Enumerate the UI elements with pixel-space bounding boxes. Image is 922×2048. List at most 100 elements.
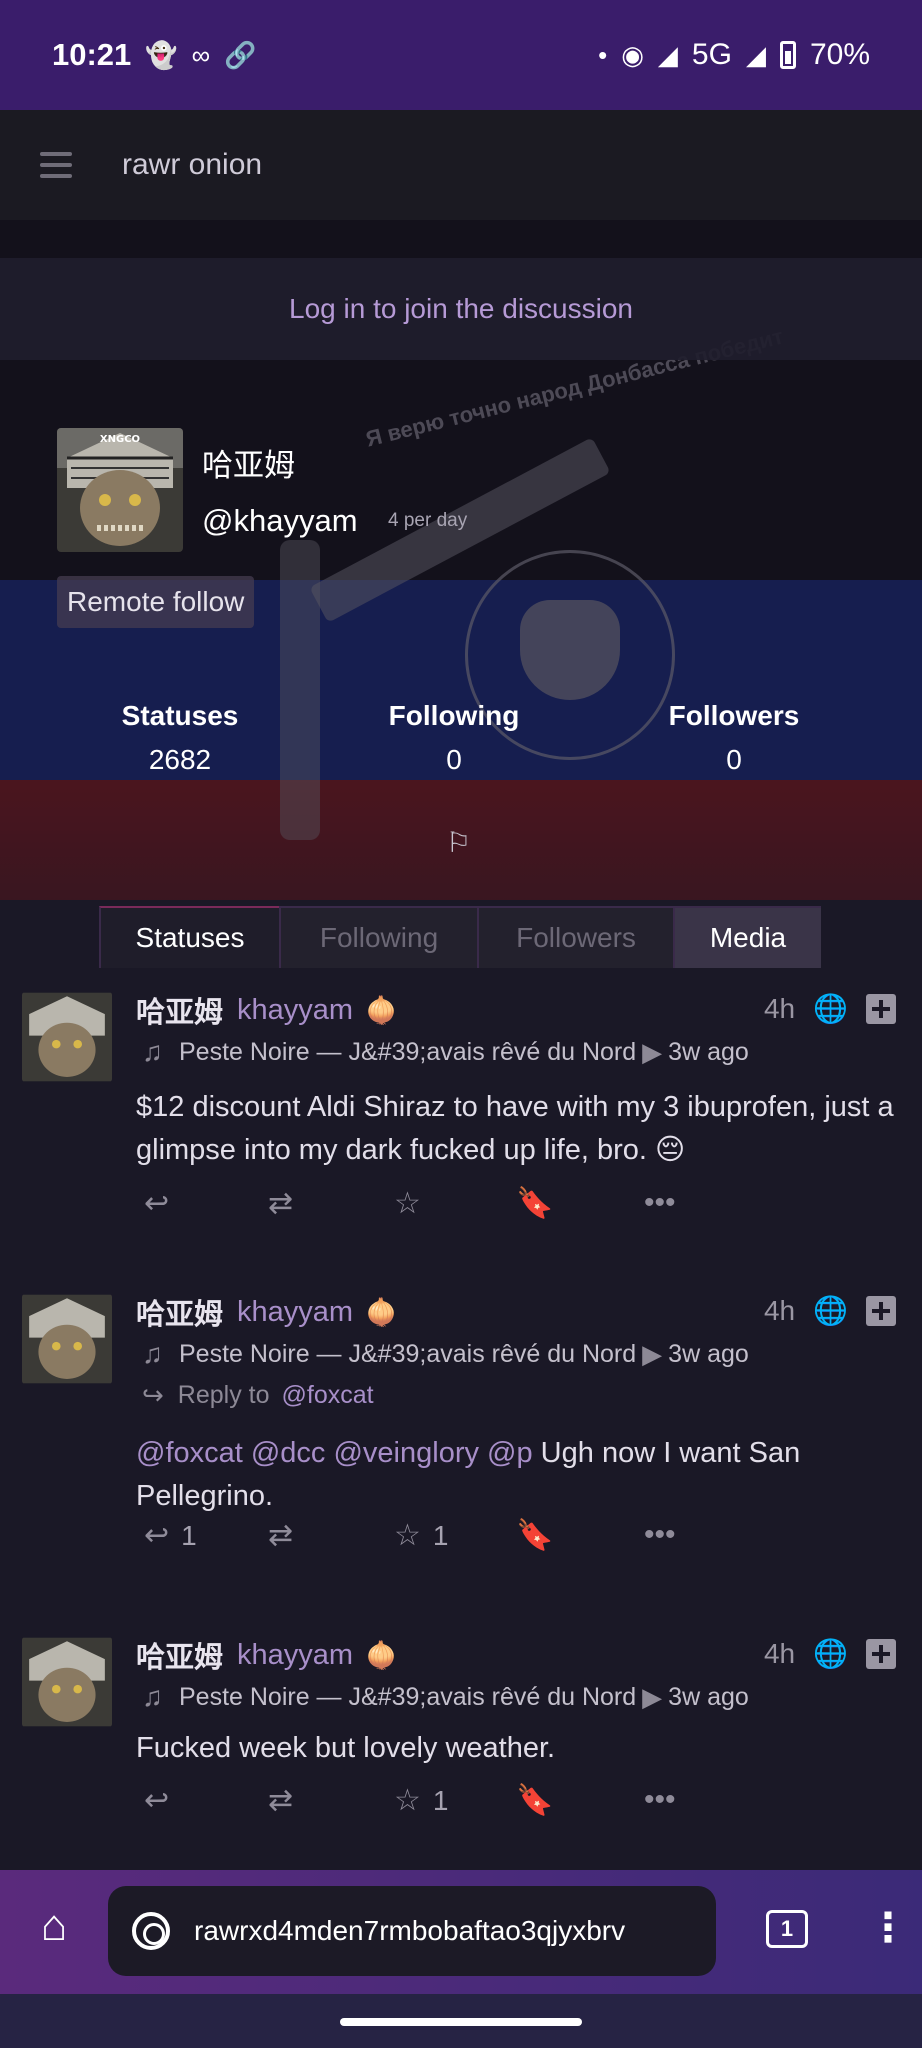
app-header: rawr onion [0,110,922,220]
reply-icon: ↩ [144,1187,170,1220]
home-icon[interactable]: ⌂ [28,1900,80,1952]
post-username[interactable]: khayyam [237,1296,353,1329]
favorite-button[interactable]: ☆ 1 [394,1783,448,1818]
music-note-icon: ♫ [142,1036,163,1067]
onion-icon: 🧅 [365,994,398,1025]
avatar[interactable] [22,1294,112,1384]
ellipsis-icon: ••• [644,1186,676,1219]
reply-button[interactable]: ↩ [144,1783,169,1818]
status-bar: 10:21 👻 ∞ 🔗 • ◉ ◢ 5G ◢ 70% [0,0,922,110]
onion-icon: 🧅 [365,1296,398,1327]
now-playing-age: 3w ago [668,1339,749,1368]
stat-followers[interactable]: Followers 0 [624,700,844,776]
stat-label: Following [388,700,520,731]
post-time[interactable]: 4h [764,993,795,1025]
bookmark-icon: 🔖 [516,1187,554,1220]
post-display-name[interactable]: 哈亚姆 [136,989,223,1031]
post-meta: 4h 🌐 [764,1294,896,1327]
globe-icon: 🌐 [813,1638,848,1669]
music-note-icon: ♫ [142,1338,163,1369]
tab-switcher-button[interactable]: 1 [766,1910,808,1948]
repeat-icon: ⇄ [268,1187,294,1220]
ellipsis-icon: ••• [644,1518,676,1551]
bookmark-button[interactable]: 🔖 [516,1186,553,1221]
onion-icon: 🧅 [365,1639,398,1670]
stat-following[interactable]: Following 0 [344,700,564,776]
reply-button[interactable]: ↩ 1 [144,1518,197,1553]
post-body: Fucked week but lovely weather. [136,1732,556,1764]
repeat-icon: ⇄ [268,1784,294,1817]
post-display-name[interactable]: 哈亚姆 [136,1291,223,1333]
star-icon: ☆ [394,1519,421,1552]
star-icon: ☆ [394,1187,421,1220]
reply-count: 1 [181,1519,197,1551]
profile-tabs: Statuses Following Followers Media [99,906,821,968]
more-button[interactable]: ••• [644,1186,676,1220]
stat-value: 0 [726,744,742,775]
tab-following[interactable]: Following [279,906,477,968]
gesture-handle[interactable] [340,2018,582,2026]
now-playing: ♫ Peste Noire — J&#39;avais rêvé du Nord… [142,1034,749,1070]
favorite-button[interactable]: ☆ 1 [394,1518,448,1553]
remote-follow-button[interactable]: Remote follow [57,576,255,628]
post-username[interactable]: khayyam [237,1639,353,1672]
reply-to-label: Reply to [177,1381,270,1409]
expand-icon[interactable] [866,993,896,1024]
avatar[interactable] [22,992,112,1082]
reply-to-line: ↪ Reply to @foxcat [142,1380,374,1411]
stat-statuses[interactable]: Statuses 2682 [70,700,290,776]
status-post: 哈亚姆 khayyam 🧅 4h 🌐 ♫ Peste Noire — J&#39… [0,1635,922,1835]
status-post: 哈亚姆 khayyam 🧅 4h 🌐 ♫ Peste Noire — J&#39… [0,990,922,1230]
post-display-name[interactable]: 哈亚姆 [136,1634,223,1676]
profile-avatar[interactable]: XNGCO [57,428,183,552]
repeat-icon: ⇄ [268,1519,294,1552]
expand-icon[interactable] [866,1638,896,1669]
post-time[interactable]: 4h [764,1295,795,1327]
ellipsis-icon: ••• [644,1783,676,1816]
more-button[interactable]: ••• [644,1518,676,1552]
reply-button[interactable]: ↩ [144,1186,169,1221]
browser-toolbar: ⌂ rawrxd4mden7rmbobaftao3qjyxbrv 1 ⋮ [0,1870,922,1994]
post-body: $12 discount Aldi Shiraz to have with my… [136,1091,894,1166]
more-button[interactable]: ••• [644,1783,676,1817]
post-mentions[interactable]: @foxcat @dcc @veinglory @p [136,1437,533,1469]
tab-media[interactable]: Media [673,906,821,968]
signal-icon: ◢ [657,39,678,70]
url-text[interactable]: rawrxd4mden7rmbobaftao3qjyxbrv [194,1915,625,1947]
expand-icon[interactable] [866,1295,896,1326]
boost-button[interactable]: ⇄ [268,1186,293,1221]
stat-label: Statuses [121,700,239,731]
battery-icon [779,41,796,69]
onion-site-icon[interactable] [132,1912,170,1950]
avatar[interactable] [22,1637,112,1727]
login-link[interactable]: Log in to join the discussion [289,293,633,325]
profile-handle: @khayyam [202,503,358,538]
link-icon: 🔗 [224,39,257,70]
bookmark-button[interactable]: 🔖 [516,1518,553,1553]
reply-to-user[interactable]: @foxcat [282,1381,374,1410]
play-icon: ▶ [642,1036,663,1067]
network-type: 5G [691,38,732,71]
clock: 10:21 [52,37,132,72]
address-bar[interactable]: rawrxd4mden7rmbobaftao3qjyxbrv [108,1886,716,1976]
globe-icon: 🌐 [813,993,848,1024]
favorite-button[interactable]: ☆ [394,1186,421,1221]
dot-icon: • [598,39,608,70]
stat-label: Followers [668,700,800,731]
tab-statuses[interactable]: Statuses [99,906,279,968]
now-playing-track: Peste Noire — J&#39;avais rêvé du Nord [179,1682,637,1711]
snapchat-icon: 👻 [145,39,178,70]
post-time[interactable]: 4h [764,1638,795,1670]
posts-per-day: 4 per day [388,510,468,531]
menu-icon[interactable] [40,152,72,178]
post-username[interactable]: khayyam [237,994,353,1027]
tab-followers[interactable]: Followers [477,906,673,968]
bookmark-button[interactable]: 🔖 [516,1783,553,1818]
browser-menu-icon[interactable]: ⋮ [868,1900,908,1956]
status-post: 哈亚姆 khayyam 🧅 4h 🌐 ♫ Peste Noire — J&#39… [0,1292,922,1592]
app-title[interactable]: rawr onion [122,148,262,182]
boost-button[interactable]: ⇄ [268,1783,293,1818]
post-meta: 4h 🌐 [764,992,896,1025]
reply-icon: ↩ [144,1784,170,1817]
boost-button[interactable]: ⇄ [268,1518,293,1553]
